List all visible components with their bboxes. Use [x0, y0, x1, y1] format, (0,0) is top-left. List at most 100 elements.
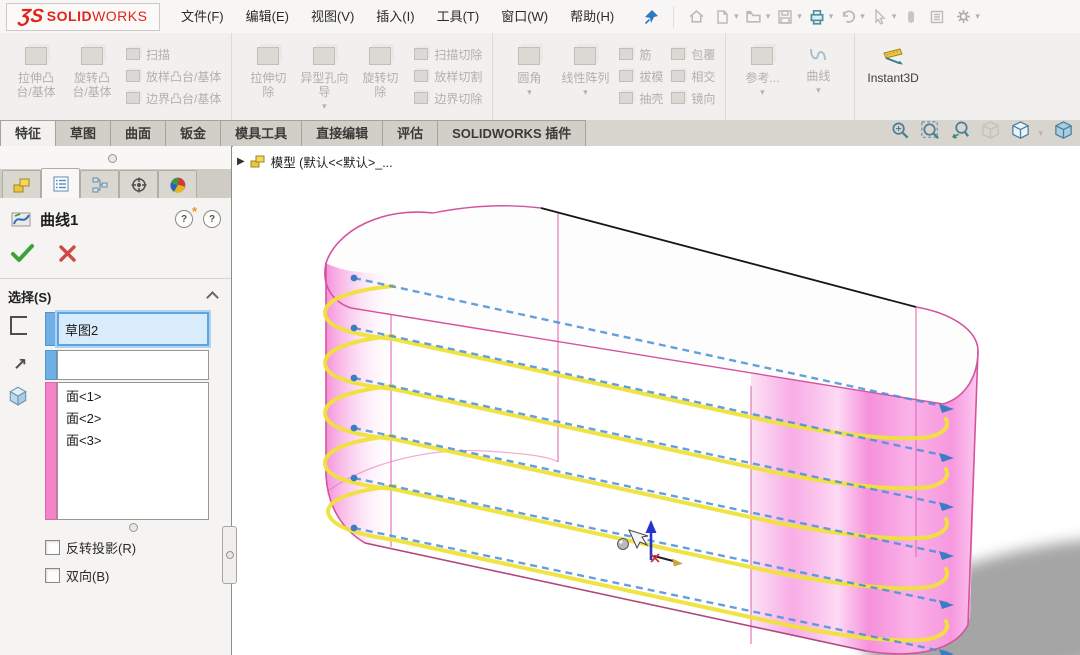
- face-list-item[interactable]: 面<3>: [58, 430, 208, 452]
- view-orientation-icon[interactable]: [1010, 120, 1031, 146]
- view-orientation-caret-icon[interactable]: ▾: [1038, 128, 1043, 139]
- fillet-caret-icon[interactable]: ▾: [527, 87, 532, 97]
- lofted-boss-button[interactable]: 放样凸台/基体: [126, 65, 221, 87]
- panel-resize-handle[interactable]: [108, 154, 117, 163]
- boundary-boss-button[interactable]: 边界凸台/基体: [126, 87, 221, 109]
- tab-mold-tools[interactable]: 模具工具: [221, 120, 302, 146]
- flyout-arrow-icon[interactable]: ▶: [237, 156, 245, 167]
- tab-surfaces[interactable]: 曲面: [111, 120, 166, 146]
- button-label: 拉伸凸: [16, 71, 55, 85]
- sketch-selection-input[interactable]: [57, 312, 209, 346]
- revolved-boss-button[interactable]: 旋转凸台/基体: [64, 37, 120, 101]
- save-icon[interactable]: [773, 5, 797, 29]
- section-view-icon[interactable]: [980, 120, 1001, 146]
- open-icon[interactable]: [742, 5, 766, 29]
- save-caret-icon[interactable]: ▾: [797, 11, 802, 22]
- linear-pattern-button[interactable]: 线性阵列 ▾: [557, 37, 613, 99]
- new-document-caret-icon[interactable]: ▾: [734, 11, 739, 22]
- linear-pattern-caret-icon[interactable]: ▾: [583, 87, 588, 97]
- property-manager-tab[interactable]: [41, 168, 80, 198]
- shell-button[interactable]: 抽壳: [619, 87, 663, 109]
- tab-evaluate[interactable]: 评估: [383, 120, 438, 146]
- curves-caret-icon[interactable]: ▾: [816, 85, 821, 95]
- select-cursor-icon[interactable]: [868, 5, 892, 29]
- fillet-button[interactable]: 圆角 ▾: [501, 37, 557, 99]
- tree-item-label[interactable]: 模型 (默认<<默认>_...: [271, 152, 393, 171]
- tab-sheet-metal[interactable]: 钣金: [166, 120, 221, 146]
- ok-button[interactable]: [10, 242, 36, 269]
- properties-icon[interactable]: [925, 5, 949, 29]
- open-caret-icon[interactable]: ▾: [766, 11, 771, 22]
- feature-manager-tab[interactable]: [2, 170, 41, 198]
- menu-help[interactable]: 帮助(H): [559, 1, 625, 33]
- print-icon[interactable]: [805, 5, 829, 29]
- bidirectional-checkbox[interactable]: 双向(B): [45, 566, 109, 585]
- property-manager-panel: 曲线1 ?* ? 选择(S) ↗ 面<1> 面<2> 面<3> 反转投影(R) …: [0, 146, 232, 655]
- menu-tools[interactable]: 工具(T): [426, 1, 491, 33]
- display-manager-tab[interactable]: [158, 170, 197, 198]
- model-canvas[interactable]: [233, 146, 1080, 655]
- intersect-button[interactable]: 相交: [671, 65, 715, 87]
- help-icon[interactable]: ?: [203, 210, 221, 228]
- swept-cut-button[interactable]: 扫描切除: [414, 43, 482, 65]
- extruded-boss-button[interactable]: 拉伸凸台/基体: [8, 37, 64, 101]
- configuration-manager-tab[interactable]: [80, 170, 119, 198]
- undo-icon[interactable]: [836, 5, 860, 29]
- ribbon-group-instant3d: Instant3D: [855, 33, 930, 120]
- collapse-chevron-icon[interactable]: [206, 291, 219, 304]
- pin-menu-icon[interactable]: [639, 5, 663, 29]
- selection-group-header[interactable]: 选择(S): [0, 284, 231, 308]
- checkbox-box[interactable]: [45, 568, 60, 583]
- reference-geometry-button[interactable]: 参考... ▾: [734, 37, 790, 99]
- reference-caret-icon[interactable]: ▾: [760, 87, 765, 97]
- home-icon[interactable]: [684, 5, 708, 29]
- options-gear-icon[interactable]: [951, 5, 975, 29]
- swept-boss-button[interactable]: 扫描: [126, 43, 221, 65]
- revolved-cut-button[interactable]: 旋转切除: [352, 37, 408, 101]
- checkbox-box[interactable]: [45, 540, 60, 555]
- dimxpert-manager-tab[interactable]: [119, 170, 158, 198]
- menu-window[interactable]: 窗口(W): [490, 1, 559, 33]
- extruded-cut-button[interactable]: 拉伸切除: [240, 37, 296, 101]
- select-caret-icon[interactable]: ▾: [892, 11, 897, 22]
- reverse-projection-checkbox[interactable]: 反转投影(R): [45, 538, 136, 557]
- draft-button[interactable]: 拔模: [619, 65, 663, 87]
- display-style-icon[interactable]: [1053, 120, 1074, 146]
- previous-view-icon[interactable]: [950, 120, 971, 146]
- hole-wizard-button[interactable]: 异型孔向导 ▾: [296, 37, 352, 113]
- menu-view[interactable]: 视图(V): [300, 1, 365, 33]
- face-list-item[interactable]: 面<2>: [58, 408, 208, 430]
- manager-tab-bar: [0, 169, 231, 198]
- menu-insert[interactable]: 插入(I): [365, 1, 425, 33]
- options-caret-icon[interactable]: ▾: [975, 11, 980, 22]
- cancel-button[interactable]: [58, 244, 77, 268]
- tab-direct-editing[interactable]: 直接编辑: [302, 120, 383, 146]
- feature-tree-flyout[interactable]: ▶ 模型 (默认<<默认>_...: [237, 152, 393, 171]
- menu-edit[interactable]: 编辑(E): [235, 1, 300, 33]
- mirror-button[interactable]: 镜向: [671, 87, 715, 109]
- undo-caret-icon[interactable]: ▾: [860, 11, 865, 22]
- zoom-to-area-icon[interactable]: [920, 120, 941, 146]
- rib-button[interactable]: 筋: [619, 43, 663, 65]
- panel-splitter-handle[interactable]: [222, 526, 237, 584]
- curves-button[interactable]: 曲线 ▾: [790, 37, 846, 97]
- faces-selection-list[interactable]: 面<1> 面<2> 面<3>: [57, 382, 209, 520]
- new-document-icon[interactable]: [710, 5, 734, 29]
- toggle-visibility-icon[interactable]: [899, 5, 923, 29]
- tab-sketch[interactable]: 草图: [56, 120, 111, 146]
- instant3d-button[interactable]: Instant3D: [863, 37, 922, 87]
- graphics-viewport[interactable]: ▶ 模型 (默认<<默认>_...: [233, 146, 1080, 655]
- whats-new-help-icon[interactable]: ?*: [175, 210, 193, 228]
- direction-selection-box[interactable]: [57, 350, 209, 380]
- lofted-cut-button[interactable]: 放样切割: [414, 65, 482, 87]
- tab-features[interactable]: 特征: [0, 120, 56, 146]
- wrap-button[interactable]: 包覆: [671, 43, 715, 65]
- menu-file[interactable]: 文件(F): [170, 1, 235, 33]
- face-list-item[interactable]: 面<1>: [58, 386, 208, 408]
- hole-wizard-caret-icon[interactable]: ▾: [322, 101, 327, 111]
- boundary-cut-button[interactable]: 边界切除: [414, 87, 482, 109]
- tab-solidworks-addins[interactable]: SOLIDWORKS 插件: [438, 120, 586, 146]
- print-caret-icon[interactable]: ▾: [829, 11, 834, 22]
- zoom-to-fit-icon[interactable]: [890, 120, 911, 146]
- list-resize-handle[interactable]: [129, 523, 138, 532]
